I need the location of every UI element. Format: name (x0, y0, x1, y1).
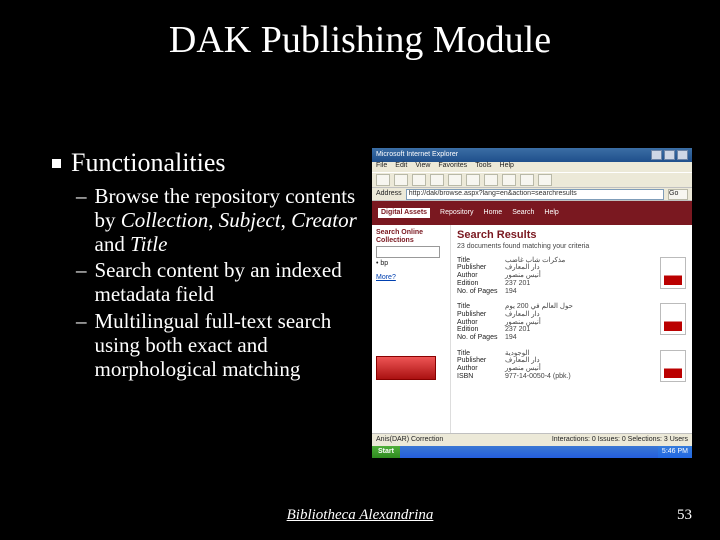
pdf-icon[interactable] (660, 350, 686, 382)
menu-bar: File Edit View Favorites Tools Help (372, 162, 692, 172)
search-button[interactable] (466, 174, 480, 186)
taskbar: Start 5:46 PM (372, 446, 692, 458)
site-brand-suffix: Repository (440, 209, 473, 217)
label-publisher: Publisher (457, 311, 505, 319)
nav-search[interactable]: Search (512, 209, 534, 217)
bullet3-text: Multilingual full-text search using both… (95, 309, 363, 381)
result-item: Titleحول العالم في 200 يوم Publisherدار … (457, 303, 686, 341)
sep: and (95, 232, 131, 256)
menu-favorites[interactable]: Favorites (438, 162, 467, 172)
square-bullet-icon (52, 159, 61, 168)
label-edition: Edition (457, 326, 505, 334)
label-edition: Edition (457, 280, 505, 288)
result-title[interactable]: مذكرات شاب غاضب (505, 257, 565, 264)
history-button[interactable] (502, 174, 516, 186)
results-subtitle: 23 documents found matching your criteri… (457, 243, 686, 251)
dash-icon: – (76, 309, 87, 333)
window-titlebar: Microsoft Internet Explorer (372, 148, 692, 162)
label-publisher: Publisher (457, 264, 505, 272)
label-author: Author (457, 365, 505, 373)
back-button[interactable] (376, 174, 390, 186)
menu-edit[interactable]: Edit (395, 162, 407, 172)
label-title: Title (457, 303, 505, 311)
slide-body: Functionalities – Browse the repository … (52, 148, 362, 383)
result-title[interactable]: الوجودية (505, 350, 529, 357)
label-title: Title (457, 257, 505, 265)
window-title: Microsoft Internet Explorer (376, 151, 458, 159)
bullet-lvl1: Functionalities (52, 148, 362, 178)
sub-bullet: – Browse the repository contents by Coll… (76, 184, 362, 256)
refresh-button[interactable] (430, 174, 444, 186)
slide-number: 53 (677, 507, 692, 524)
promo-image[interactable] (376, 356, 436, 380)
toolbar (372, 172, 692, 188)
sep: , (281, 208, 292, 232)
system-tray: 5:46 PM (658, 446, 692, 458)
search-input[interactable] (376, 246, 440, 258)
site-banner: Digital Assets Repository Home Search He… (372, 201, 692, 225)
status-left: Anis(DAR) Correction (376, 436, 443, 444)
label-author: Author (457, 319, 505, 327)
print-button[interactable] (538, 174, 552, 186)
address-label: Address (376, 190, 402, 198)
site-logo: Digital Assets (378, 208, 430, 218)
sub-bullet-list: – Browse the repository contents by Coll… (76, 184, 362, 381)
dash-icon: – (76, 184, 87, 208)
results-panel: Search Results 23 documents found matchi… (451, 225, 692, 435)
label-author: Author (457, 272, 505, 280)
sidebar-term: • bp (376, 260, 446, 268)
sub-bullet: – Search content by an indexed metadata … (76, 258, 362, 306)
mail-button[interactable] (520, 174, 534, 186)
slide-title: DAK Publishing Module (0, 18, 720, 62)
nav-help[interactable]: Help (544, 209, 558, 217)
bullet1-italic-collection: Collection (121, 208, 209, 232)
status-right: Interactions: 0 Issues: 0 Selections: 3 … (552, 436, 688, 444)
start-button[interactable]: Start (372, 446, 400, 458)
bullet1-italic-title: Title (130, 232, 167, 256)
section-heading: Functionalities (71, 148, 226, 178)
label-pages: No. of Pages (457, 334, 505, 342)
favorites-button[interactable] (484, 174, 498, 186)
footer-caption: Bibliotheca Alexandrina (0, 507, 720, 524)
pdf-icon[interactable] (660, 257, 686, 289)
sub-bullet: – Multilingual full-text search using bo… (76, 309, 362, 381)
minimize-icon[interactable] (651, 150, 662, 160)
pdf-icon[interactable] (660, 303, 686, 335)
sidebar-heading: Search Online Collections (376, 229, 446, 244)
bullet1-italic-creator: Creator (291, 208, 357, 232)
maximize-icon[interactable] (664, 150, 675, 160)
label-pages: No. of Pages (457, 288, 505, 296)
results-heading: Search Results (457, 229, 686, 241)
result-item: Titleمذكرات شاب غاضب Publisherدار المعار… (457, 257, 686, 295)
go-button[interactable]: Go (668, 189, 688, 200)
bullet1-italic-subject: Subject (219, 208, 281, 232)
bullet2-text: Search content by an indexed metadata fi… (95, 258, 363, 306)
label-publisher: Publisher (457, 357, 505, 365)
menu-help[interactable]: Help (500, 162, 514, 172)
address-input[interactable]: http://dak/browse.aspx?lang=en&action=se… (406, 189, 664, 200)
menu-file[interactable]: File (376, 162, 387, 172)
result-item: Titleالوجودية Publisherدار المعارف Autho… (457, 350, 686, 382)
embedded-screenshot: Microsoft Internet Explorer File Edit Vi… (372, 148, 692, 458)
close-icon[interactable] (677, 150, 688, 160)
label-isbn: ISBN (457, 373, 505, 381)
status-bar: Anis(DAR) Correction Interactions: 0 Iss… (372, 433, 692, 446)
menu-view[interactable]: View (415, 162, 430, 172)
nav-home[interactable]: Home (484, 209, 503, 217)
home-button[interactable] (448, 174, 462, 186)
stop-button[interactable] (412, 174, 426, 186)
menu-tools[interactable]: Tools (475, 162, 491, 172)
sep: , (208, 208, 219, 232)
label-title: Title (457, 350, 505, 358)
forward-button[interactable] (394, 174, 408, 186)
result-title[interactable]: حول العالم في 200 يوم (505, 303, 573, 310)
more-link[interactable]: More? (376, 274, 446, 282)
sidebar: Search Online Collections • bp More? (372, 225, 451, 435)
dash-icon: – (76, 258, 87, 282)
address-bar: Address http://dak/browse.aspx?lang=en&a… (372, 188, 692, 201)
